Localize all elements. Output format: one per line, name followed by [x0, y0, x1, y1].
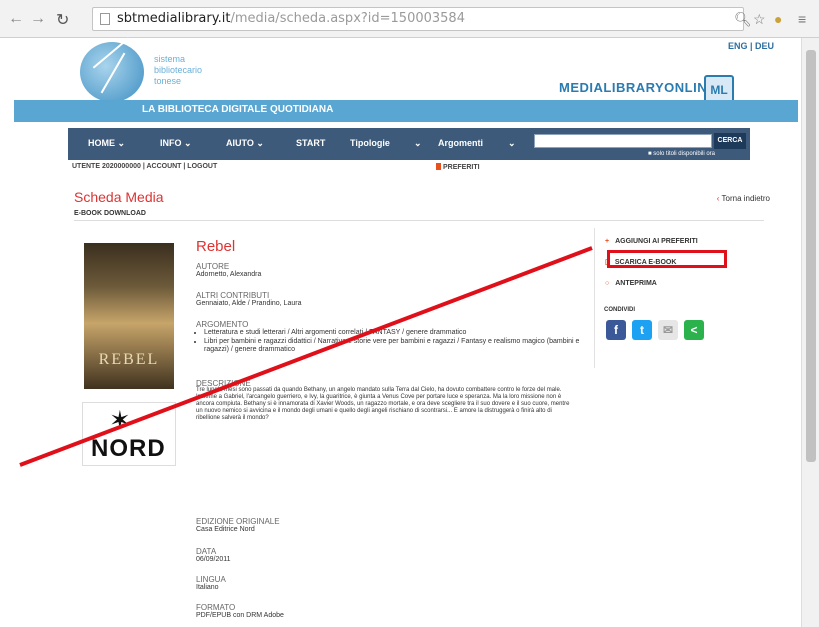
search-input[interactable]	[534, 134, 712, 148]
facebook-icon[interactable]: f	[606, 320, 626, 340]
chevron-down-icon[interactable]: ⌄	[414, 138, 422, 149]
logo-text: sistema bibliotecario tonese	[154, 54, 203, 86]
search-button[interactable]: CERCA	[714, 133, 746, 149]
menu-icon[interactable]: ≡	[798, 11, 806, 27]
edition-block: EDIZIONE ORIGINALE Casa Editrice Nord	[196, 517, 280, 534]
divider	[74, 220, 764, 221]
page-title: Scheda Media	[74, 189, 164, 205]
scrollbar-thumb[interactable]	[806, 50, 816, 462]
list-item[interactable]: Libri per bambini e ragazzi didattici / …	[204, 338, 596, 354]
star-bookmark-icon[interactable]: ☆	[753, 11, 766, 28]
nav-tipologie[interactable]: Tipologie	[350, 138, 390, 148]
extension-icon[interactable]: ●	[774, 11, 782, 27]
nav-home[interactable]: HOME ⌄	[88, 138, 125, 149]
argomento-block: ARGOMENTO Letteratura e studi letterari …	[196, 321, 596, 355]
list-item[interactable]: Letteratura e studi letterari / Altri ar…	[204, 329, 596, 337]
tagline-banner: LA BIBLIOTECA DIGITALE QUOTIDIANA	[14, 100, 798, 122]
action-panel: + AGGIUNGI AI PREFERITI ▯ SCARICA E-BOOK ○…	[594, 228, 749, 368]
chevron-down-icon[interactable]: ⌄	[508, 138, 516, 149]
book-cover: REBEL	[84, 243, 174, 389]
preview-button[interactable]: ○ ANTEPRIMA	[605, 280, 657, 287]
page-icon	[100, 13, 110, 25]
cover-title: REBEL	[98, 351, 160, 368]
main-nav: HOME ⌄ INFO ⌄ AIUTO ⌄ START Tipologie ⌄ …	[68, 128, 750, 160]
search-icon: ○	[605, 280, 610, 287]
scrollbar[interactable]	[801, 38, 819, 627]
nav-argomenti[interactable]: Argomenti	[438, 138, 483, 148]
nav-info[interactable]: INFO ⌄	[160, 138, 192, 149]
language-switcher[interactable]: ENG | DEU	[728, 41, 774, 51]
book-title: Rebel	[196, 238, 236, 255]
brand-name: MEDIALIBRARYONLINE	[559, 80, 717, 95]
preferiti-link[interactable]: PREFERITI	[436, 163, 480, 171]
share-label: CONDIVIDI	[604, 307, 636, 313]
star-icon: ✶	[109, 405, 131, 435]
url-host: sbtmedialibrary.it	[117, 11, 231, 26]
sbt-logo[interactable]	[80, 42, 144, 102]
web-page: ENG | DEU sistema bibliotecario tonese M…	[14, 38, 798, 627]
address-bar[interactable]: sbtmedialibrary.it/media/scheda.aspx?id=…	[92, 7, 744, 31]
nav-aiuto[interactable]: AIUTO ⌄	[226, 138, 264, 149]
nav-start[interactable]: START	[296, 138, 325, 148]
back-arrow-icon[interactable]: ←	[8, 10, 24, 28]
language-block: LINGUA Italiano	[196, 575, 226, 592]
user-bar[interactable]: UTENTE 2020000000 | ACCOUNT | LOGOUT	[72, 163, 217, 170]
twitter-icon[interactable]: t	[632, 320, 652, 340]
reload-icon[interactable]: ↻	[56, 10, 69, 30]
format-block: FORMATO PDF/EPUB con DRM Adobe	[196, 603, 284, 620]
search-zoom-icon[interactable]: 🔍︎	[734, 11, 752, 28]
mail-icon[interactable]: ✉	[658, 320, 678, 340]
back-link[interactable]: Torna indietro	[717, 194, 770, 203]
tagline: LA BIBLIOTECA DIGITALE QUOTIDIANA	[142, 104, 334, 115]
browser-toolbar: ← → ↻ sbtmedialibrary.it/media/scheda.as…	[0, 0, 819, 38]
contrib-block: ALTRI CONTRIBUTI Gennaiato, Alde / Prand…	[196, 291, 302, 308]
page-subtitle: E-BOOK DOWNLOAD	[74, 210, 146, 217]
available-only-checkbox[interactable]: ■ solo titoli disponibili ora	[648, 151, 715, 157]
author-block: AUTORE Adornetto, Alexandra	[196, 262, 262, 279]
description-block: DESCRIZIONE Tre lunghi mesi sono passati…	[196, 379, 570, 422]
add-favorite-button[interactable]: + AGGIUNGI AI PREFERITI	[605, 238, 698, 245]
forward-arrow-icon[interactable]: →	[30, 10, 46, 28]
date-block: DATA 06/09/2011	[196, 547, 231, 564]
share-icon[interactable]: <	[684, 320, 704, 340]
plus-icon: +	[605, 238, 610, 245]
download-highlight-box	[607, 250, 727, 268]
url-path: /media/scheda.aspx?id=150003584	[230, 11, 465, 26]
publisher-logo: ✶ NORD	[82, 402, 176, 466]
